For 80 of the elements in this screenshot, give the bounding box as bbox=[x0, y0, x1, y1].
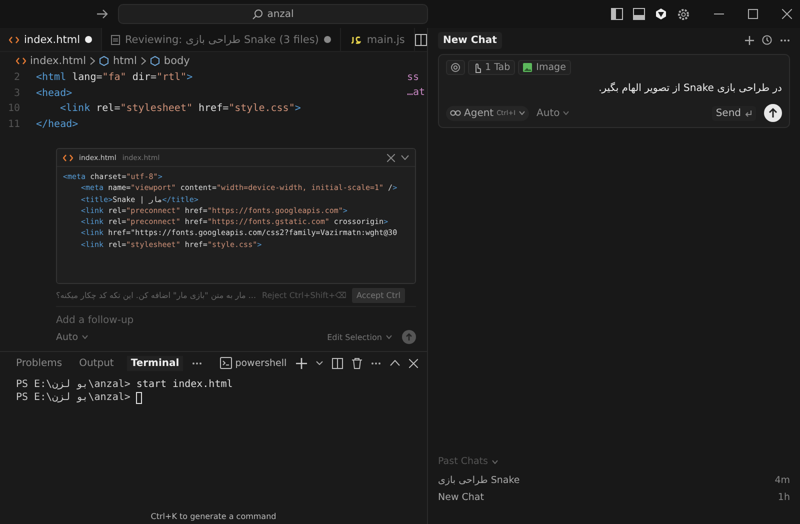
panel-tab[interactable]: Terminal bbox=[126, 356, 184, 370]
close-icon[interactable] bbox=[387, 154, 395, 162]
send-button[interactable]: Send bbox=[712, 106, 756, 120]
code-fragment: ss bbox=[406, 71, 420, 85]
panel-tab[interactable]: Problems bbox=[12, 356, 66, 370]
image-icon bbox=[523, 63, 532, 72]
line-number: 11 bbox=[6, 118, 21, 130]
breadcrumb-item[interactable]: index.html bbox=[30, 55, 86, 67]
trash-icon[interactable] bbox=[352, 358, 362, 368]
terminal-command: start index.html bbox=[136, 378, 233, 391]
mention-button[interactable] bbox=[446, 60, 465, 75]
context-chip[interactable]: 1 Tab bbox=[468, 60, 516, 75]
context-chip[interactable]: Image bbox=[518, 60, 571, 75]
document-icon bbox=[110, 34, 120, 44]
settings-icon[interactable] bbox=[677, 8, 690, 20]
terminal-dropdown[interactable]: powershell bbox=[220, 357, 287, 369]
code-fragment: …at bbox=[406, 86, 425, 100]
plus-icon[interactable] bbox=[296, 358, 307, 368]
close-icon[interactable] bbox=[408, 358, 418, 368]
cube-icon[interactable] bbox=[655, 8, 667, 20]
search-icon bbox=[252, 8, 264, 20]
line-number: 10 bbox=[6, 103, 21, 114]
plus-icon[interactable] bbox=[745, 36, 754, 44]
more-icon[interactable] bbox=[370, 362, 381, 364]
model-dropdown[interactable]: Auto bbox=[536, 108, 569, 118]
back-arrow-icon[interactable] bbox=[96, 9, 108, 19]
terminal-prompt: PS E:\بو لزن\anzal> bbox=[16, 378, 132, 391]
chat-tab[interactable]: New Chat bbox=[438, 32, 502, 48]
panel-tab[interactable]: Output bbox=[75, 356, 118, 370]
line-number: 2 bbox=[12, 72, 21, 84]
cube-outline-icon bbox=[98, 56, 109, 66]
chevron-right-icon bbox=[140, 57, 146, 65]
terminal-prompt: PS E:\بو لزن\anzal> bbox=[16, 391, 132, 404]
mode-dropdown[interactable]: Edit Selection bbox=[327, 332, 382, 342]
chevron-down-icon bbox=[492, 460, 498, 464]
search-field[interactable]: anzal bbox=[118, 4, 428, 24]
chevron-right-icon bbox=[90, 57, 95, 65]
code-brackets-icon bbox=[9, 36, 19, 44]
editor-tab[interactable]: Reviewing: طراحی بازی Snake (3 files) bbox=[102, 28, 341, 51]
message-text: در طراحی بازی Snake از تصویر الهام بگیر. bbox=[598, 83, 782, 94]
code-line: <html lang="fa" dir="rtl"> bbox=[36, 72, 193, 84]
breadcrumb-item[interactable]: html bbox=[112, 55, 137, 67]
chevron-down-icon bbox=[386, 335, 392, 339]
timestamp: 4m bbox=[774, 475, 790, 488]
maximize-icon[interactable] bbox=[748, 9, 758, 19]
code-line: <head> bbox=[36, 88, 72, 99]
line-number: 3 bbox=[12, 88, 21, 99]
history-icon[interactable] bbox=[762, 35, 772, 45]
editor-tab[interactable]: index.html bbox=[0, 28, 102, 51]
more-icon[interactable] bbox=[780, 38, 790, 42]
infinity-icon bbox=[450, 110, 461, 116]
split-editor-icon[interactable] bbox=[414, 34, 427, 46]
chevron-down-icon[interactable] bbox=[401, 155, 409, 160]
more-icon[interactable] bbox=[192, 362, 202, 364]
panel-layout-icon[interactable] bbox=[633, 8, 645, 20]
chevron-up-icon[interactable] bbox=[390, 360, 400, 366]
cube-outline-icon bbox=[150, 56, 160, 66]
breadcrumb-item[interactable]: body bbox=[164, 55, 190, 67]
chevron-down-icon bbox=[82, 335, 88, 339]
code-line: <link rel="stylesheet" href="style.css"> bbox=[59, 103, 301, 114]
js-file-icon bbox=[350, 36, 362, 44]
close-icon[interactable] bbox=[782, 9, 792, 19]
chevron-down-icon bbox=[562, 111, 569, 115]
chat-history-item[interactable]: New Chat bbox=[438, 492, 484, 509]
hint-text: Ctrl+K to generate a command bbox=[150, 512, 278, 523]
enter-key-icon bbox=[745, 110, 752, 116]
chat-history-item[interactable]: طراحی بازی Snake bbox=[438, 475, 520, 492]
timestamp: 1h bbox=[778, 492, 790, 505]
code-brackets-icon bbox=[16, 57, 26, 65]
sidebar-layout-icon[interactable] bbox=[611, 8, 623, 20]
code-brackets-icon bbox=[63, 154, 73, 162]
follow-up-field[interactable]: Add a follow-up bbox=[56, 306, 416, 330]
model-dropdown[interactable]: Auto bbox=[56, 332, 78, 342]
chevron-down-icon bbox=[518, 111, 525, 115]
terminal-icon bbox=[220, 357, 232, 369]
chevron-down-icon[interactable] bbox=[316, 361, 323, 365]
prompt-text: ... مار به متن "بازی مار" اضافه کن. این تکه کد چکار میکنه؟ bbox=[56, 290, 256, 300]
split-terminal-icon[interactable] bbox=[332, 358, 343, 368]
code-line: </head> bbox=[36, 118, 78, 130]
editor-tab[interactable]: main.js bbox=[340, 28, 415, 51]
